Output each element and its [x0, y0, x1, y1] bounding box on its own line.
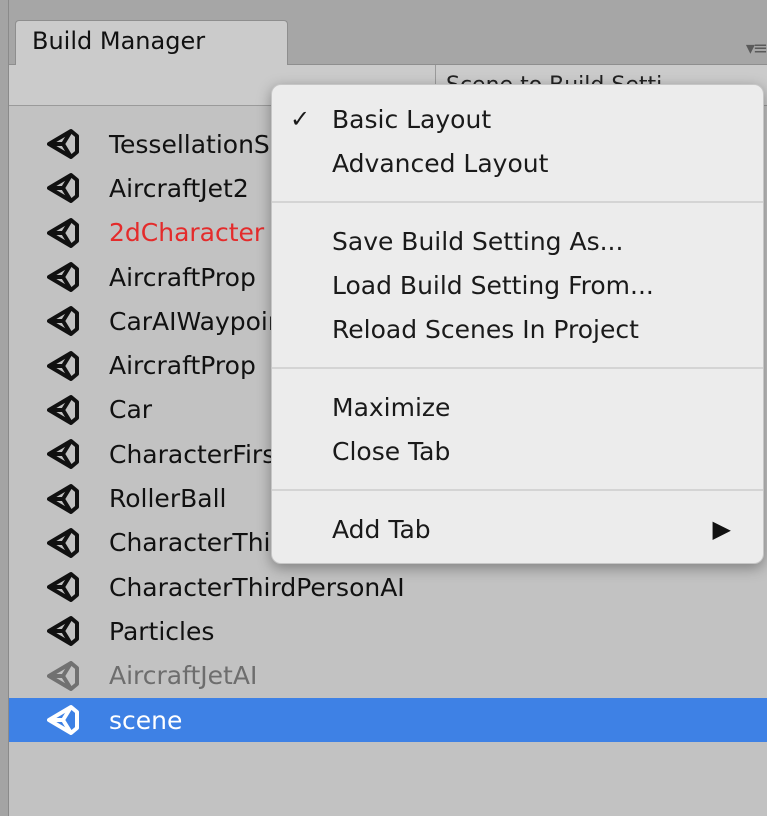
menu-item-basic-layout[interactable]: ✓ Basic Layout: [272, 99, 763, 139]
menu-item-maximize[interactable]: Maximize: [272, 387, 763, 427]
scene-name: scene: [109, 705, 183, 735]
tab-strip: Build Manager ▾≡: [9, 0, 767, 65]
unity-scene-icon: [47, 127, 81, 161]
menu-item-save-build-setting[interactable]: Save Build Setting As...: [272, 221, 763, 261]
checkmark-icon: ✓: [290, 105, 311, 133]
menu-item-close-tab[interactable]: Close Tab: [272, 431, 763, 471]
unity-scene-icon: [47, 260, 81, 294]
menu-item-label: Basic Layout: [332, 105, 492, 134]
submenu-arrow-icon: ▶: [712, 515, 731, 543]
unity-scene-icon: [47, 437, 81, 471]
tab-title: Build Manager: [32, 27, 206, 55]
menu-item-label: Load Build Setting From...: [332, 271, 654, 300]
scene-name: RollerBall: [109, 484, 227, 514]
scene-name: AircraftJetAI: [109, 661, 258, 691]
scene-name: CharacterFirst: [109, 439, 286, 469]
scene-list-row[interactable]: scene: [9, 697, 767, 743]
scene-name: CharacterThirdPersonAI: [109, 572, 405, 602]
scene-name: Car: [109, 395, 153, 425]
unity-scene-icon: [47, 526, 81, 560]
scene-list-row[interactable]: Particles: [9, 609, 767, 653]
tab-build-manager[interactable]: Build Manager: [15, 20, 288, 65]
scene-name: CarAIWaypoint: [109, 306, 294, 336]
menu-separator: [272, 367, 763, 369]
menu-item-label: Maximize: [332, 393, 451, 422]
unity-scene-icon: [47, 393, 81, 427]
unity-scene-icon: [47, 482, 81, 516]
scene-name: 2dCharacter: [109, 218, 265, 248]
unity-scene-icon: [47, 614, 81, 648]
unity-scene-icon: [47, 659, 81, 693]
menu-separator: [272, 489, 763, 491]
menu-item-label: Close Tab: [332, 437, 451, 466]
unity-scene-icon: [47, 703, 81, 737]
scene-name: TessellationS: [109, 129, 270, 159]
scene-name: CharacterThird: [109, 528, 297, 558]
menu-item-label: Save Build Setting As...: [332, 227, 624, 256]
context-menu: ✓ Basic Layout Advanced Layout Save Buil…: [271, 84, 764, 564]
unity-scene-icon: [47, 570, 81, 604]
menu-item-load-build-setting[interactable]: Load Build Setting From...: [272, 265, 763, 305]
scene-list-row[interactable]: CharacterThirdPersonAI: [9, 565, 767, 609]
menu-item-advanced-layout[interactable]: Advanced Layout: [272, 143, 763, 183]
unity-scene-icon: [47, 349, 81, 383]
scene-name: AircraftProp: [109, 262, 256, 292]
scene-name: Particles: [109, 616, 215, 646]
tab-menu-icon[interactable]: ▾≡: [746, 38, 767, 59]
menu-separator: [272, 201, 763, 203]
scene-name: AircraftJet2: [109, 173, 249, 203]
menu-item-label: Advanced Layout: [332, 149, 549, 178]
unity-scene-icon: [47, 304, 81, 338]
menu-item-label: Reload Scenes In Project: [332, 315, 639, 344]
scene-list-row[interactable]: AircraftJetAI: [9, 654, 767, 698]
menu-item-label: Add Tab: [332, 515, 431, 544]
menu-item-reload-scenes[interactable]: Reload Scenes In Project: [272, 309, 763, 349]
scene-name: AircraftProp: [109, 351, 256, 381]
unity-scene-icon: [47, 171, 81, 205]
menu-item-add-tab[interactable]: Add Tab ▶: [272, 509, 763, 549]
unity-scene-icon: [47, 216, 81, 250]
